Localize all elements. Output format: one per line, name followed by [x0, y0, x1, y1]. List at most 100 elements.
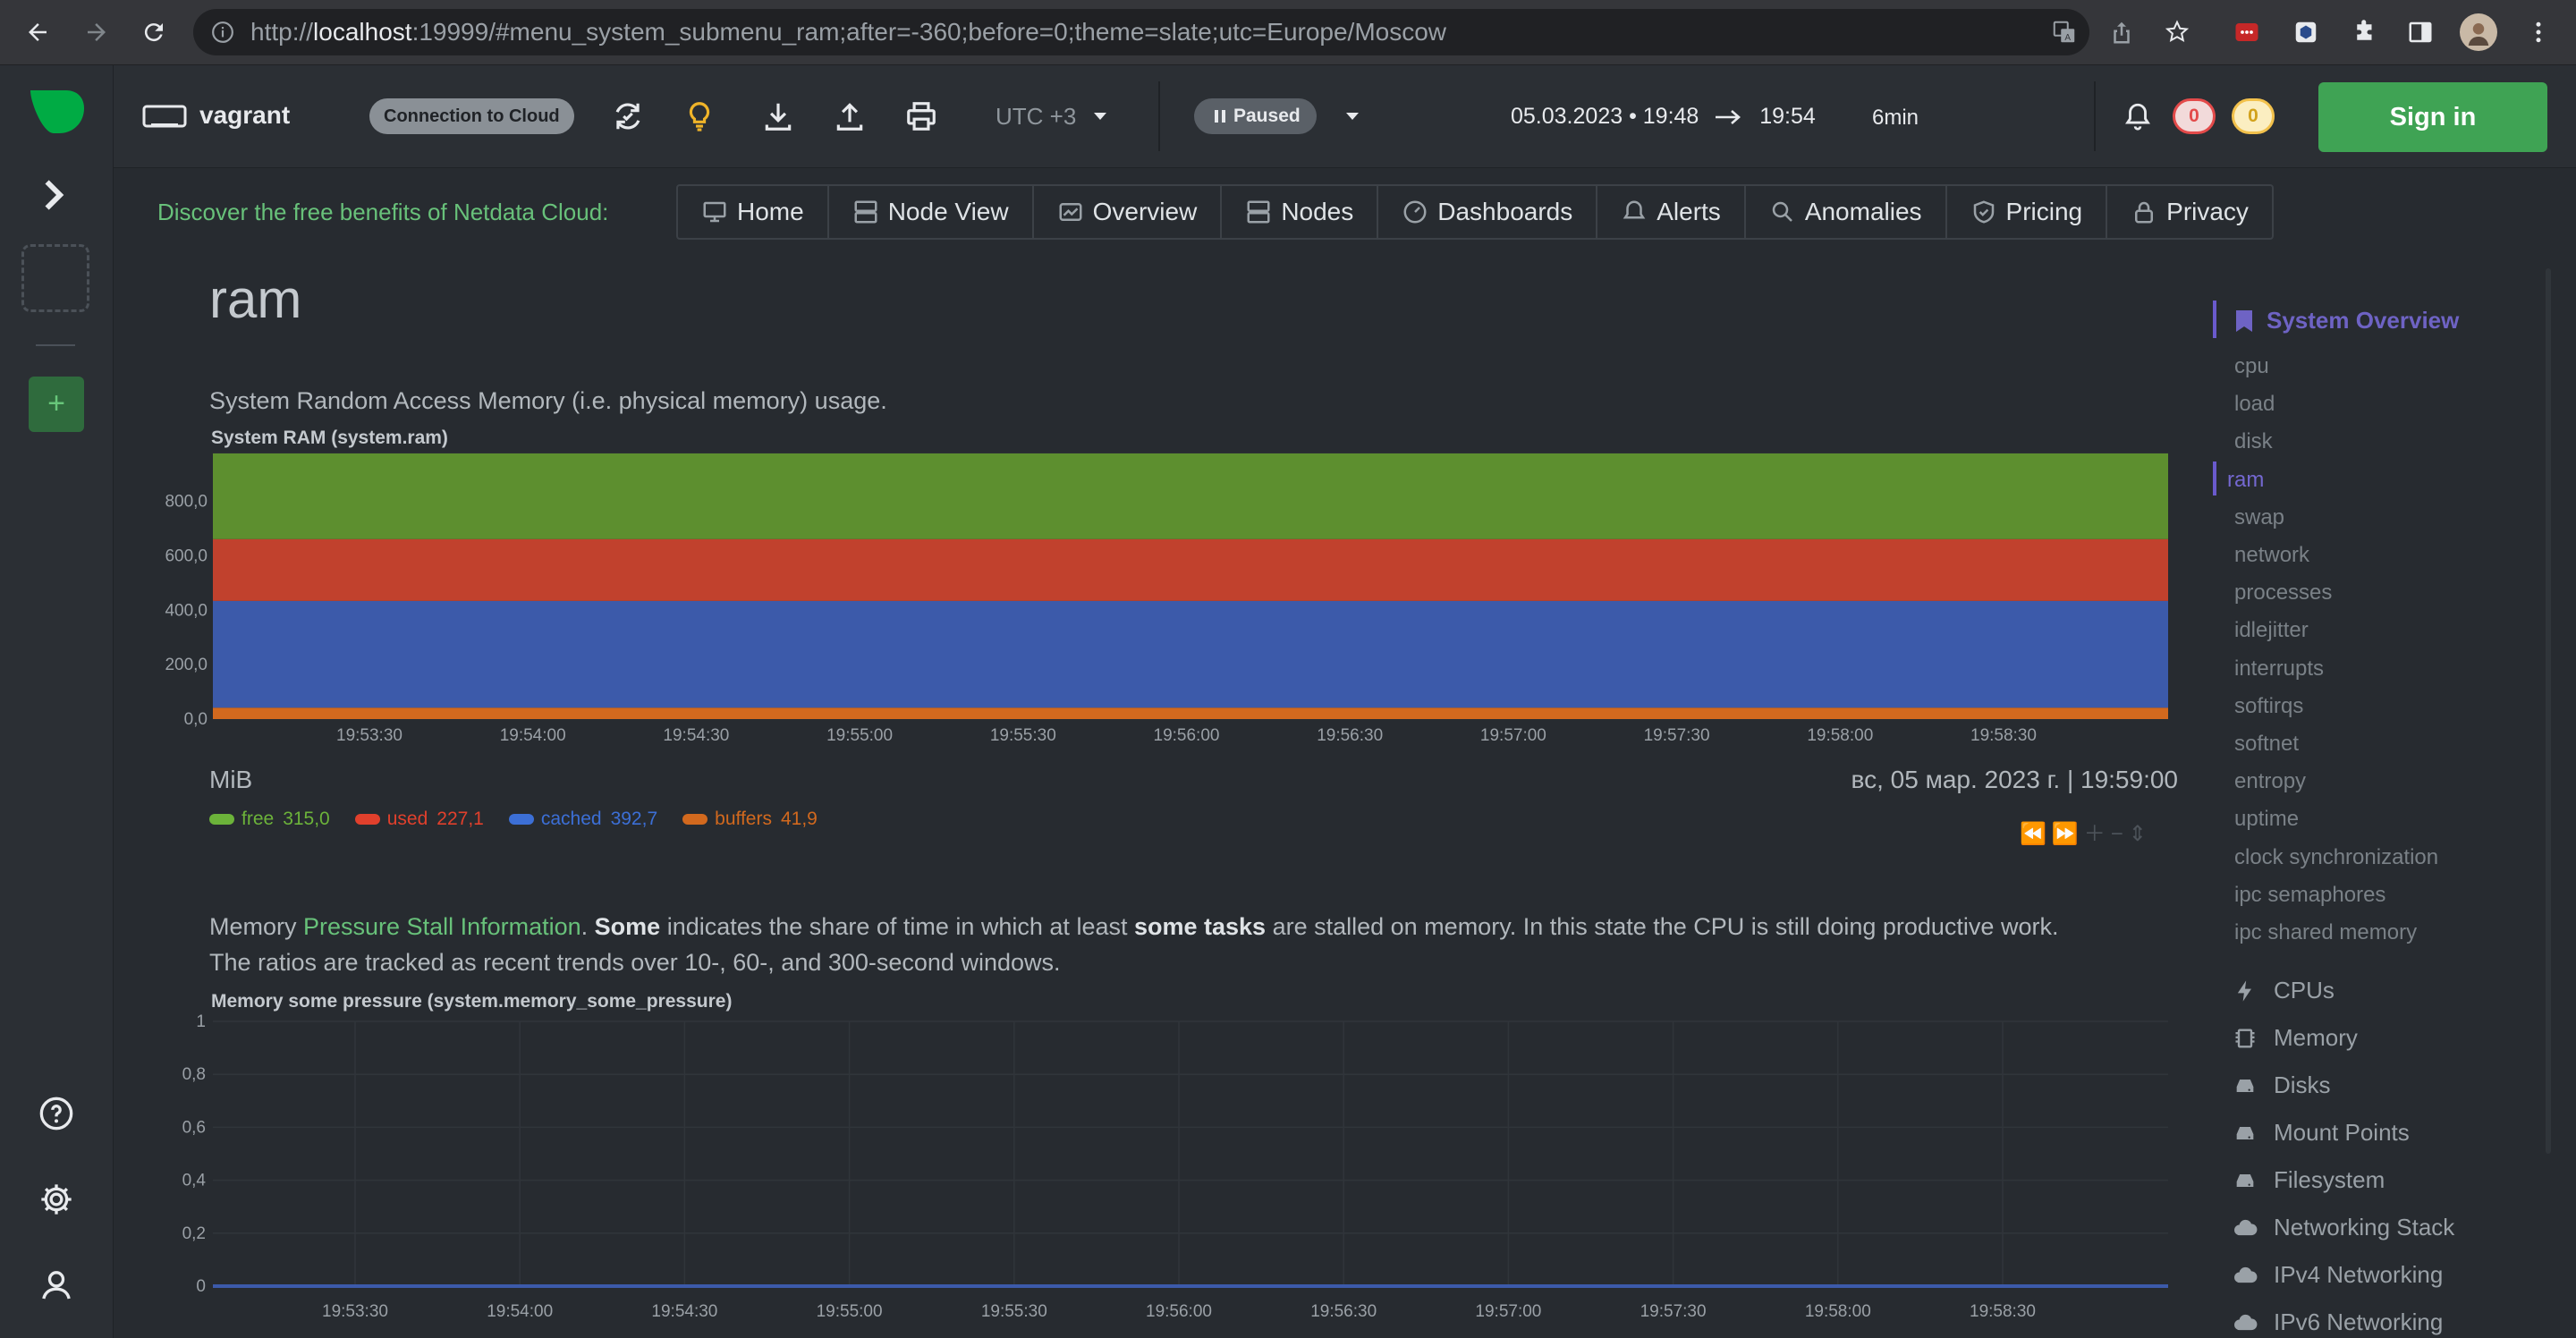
expand-sidebar-icon[interactable] — [34, 173, 79, 217]
share-icon[interactable] — [2106, 16, 2138, 48]
legend-item-cached[interactable]: cached 392,7 — [508, 809, 658, 830]
forward-icon[interactable] — [77, 13, 116, 52]
reload-icon[interactable] — [134, 13, 174, 52]
left-rail: + — [0, 65, 114, 1338]
legend-item-used[interactable]: used 227,1 — [354, 809, 484, 830]
tab-home[interactable]: Home — [678, 186, 829, 238]
submenu-item-ipc-shared-memory[interactable]: ipc shared memory — [2234, 920, 2417, 945]
legend-value: 392,7 — [610, 809, 658, 829]
translate-icon[interactable]: A — [2048, 16, 2080, 48]
submenu-active-indicator — [2213, 462, 2216, 495]
side-panel-icon[interactable] — [2404, 16, 2436, 48]
address-bar[interactable]: http://localhost:19999/#menu_system_subm… — [193, 9, 2089, 55]
menu-section-label: Filesystem — [2274, 1166, 2385, 1193]
memory-pressure-chart[interactable]: 0 0,2 0,4 0,6 0,8 1 19:53:30 19:54:00 19:54:30 1… — [143, 1002, 2200, 1338]
tab-label: Overview — [1092, 198, 1198, 225]
submenu-item-cpu[interactable]: cpu — [2234, 354, 2269, 379]
menu-section-mount-points[interactable]: Mount Points — [2233, 1119, 2410, 1147]
x-tick-label: 19:57:30 — [1644, 726, 1710, 745]
tab-label: Nodes — [1281, 198, 1354, 225]
legend-item-free[interactable]: free 315,0 — [209, 809, 330, 830]
cloud-icon — [2233, 1263, 2258, 1288]
submenu-item-interrupts[interactable]: interrupts — [2234, 656, 2324, 682]
node-name[interactable]: vagrant — [199, 101, 290, 130]
chart-toolbox[interactable]: ⏪⏩＋−⇕ — [2020, 816, 2152, 847]
connection-to-cloud-badge[interactable]: Connection to Cloud — [369, 98, 574, 134]
tab-node-view[interactable]: Node View — [829, 186, 1034, 238]
overview-icon — [1059, 203, 1082, 221]
menu-scrollbar[interactable] — [2546, 268, 2551, 1154]
critical-alerts-badge[interactable]: 0 — [2173, 98, 2216, 134]
tab-overview[interactable]: Overview — [1034, 186, 1223, 238]
help-icon[interactable] — [38, 1096, 74, 1131]
tab-alerts[interactable]: Alerts — [1597, 186, 1746, 238]
cloud-promo-label: Discover the free benefits of Netdata Cl… — [157, 199, 609, 225]
sync-icon[interactable] — [611, 99, 645, 138]
submenu-item-load[interactable]: load — [2234, 392, 2275, 417]
tab-label: Dashboards — [1437, 198, 1573, 225]
user-icon[interactable] — [38, 1267, 74, 1303]
warning-alerts-badge[interactable]: 0 — [2232, 98, 2275, 134]
lightbulb-icon[interactable] — [682, 99, 716, 138]
rail-divider — [36, 344, 75, 346]
server-icon — [854, 200, 877, 224]
space-placeholder[interactable] — [21, 244, 89, 312]
submenu-item-clock-synchronization[interactable]: clock synchronization — [2234, 845, 2438, 870]
submenu-item-ram[interactable]: ram — [2227, 468, 2264, 493]
add-space-button[interactable]: + — [29, 377, 84, 432]
page-title: ram — [209, 269, 302, 329]
extension-red-icon[interactable] — [2231, 16, 2263, 48]
legend-item-buffers[interactable]: buffers 41,9 — [682, 809, 818, 830]
submenu-item-uptime[interactable]: uptime — [2234, 807, 2299, 832]
y-tick-label: 200,0 — [165, 656, 208, 674]
submenu-item-network[interactable]: network — [2234, 543, 2309, 568]
anomalies-icon — [1772, 201, 1792, 222]
submenu-item-disk[interactable]: disk — [2234, 429, 2273, 454]
timezone-selector[interactable]: UTC +3 — [996, 103, 1076, 131]
menu-section-networking-stack[interactable]: Networking Stack — [2233, 1214, 2454, 1241]
submenu-item-ipc-semaphores[interactable]: ipc semaphores — [2234, 883, 2385, 908]
site-info-icon[interactable] — [211, 21, 234, 44]
menu-section-ipv6-networking[interactable]: IPv6 Networking — [2233, 1308, 2443, 1336]
bell-icon — [1623, 200, 1646, 219]
tab-privacy[interactable]: Privacy — [2107, 186, 2272, 238]
timezone-chevron-down-icon[interactable] — [1092, 110, 1108, 123]
upload-icon[interactable] — [833, 99, 867, 138]
menu-section-memory[interactable]: Memory — [2233, 1024, 2358, 1052]
download-icon[interactable] — [761, 99, 795, 138]
date-range-picker[interactable]: 05.03.2023 • 19:48 19:54 — [1511, 104, 1816, 130]
tab-dashboards[interactable]: Dashboards — [1378, 186, 1598, 238]
netdata-logo-icon[interactable] — [27, 87, 86, 137]
psi-link[interactable]: Pressure Stall Information — [303, 913, 581, 940]
playback-chevron-down-icon[interactable] — [1344, 110, 1360, 123]
submenu-item-swap[interactable]: swap — [2234, 505, 2284, 530]
tab-pricing[interactable]: Pricing — [1947, 186, 2108, 238]
submenu-item-processes[interactable]: processes — [2234, 580, 2332, 605]
extensions-puzzle-icon[interactable] — [2349, 16, 2381, 48]
back-icon[interactable] — [18, 13, 57, 52]
date-from: 05.03.2023 • 19:48 — [1511, 104, 1699, 129]
bookmark-star-icon[interactable] — [2161, 16, 2193, 48]
submenu-item-entropy[interactable]: entropy — [2234, 769, 2306, 794]
submenu-item-softirqs[interactable]: softirqs — [2234, 694, 2303, 719]
menu-section-disks[interactable]: Disks — [2233, 1071, 2331, 1099]
menu-section-cpus[interactable]: CPUs — [2233, 977, 2334, 1004]
menu-section-filesystem[interactable]: Filesystem — [2233, 1166, 2385, 1194]
menu-system-overview[interactable]: System Overview — [2234, 307, 2459, 334]
tab-anomalies[interactable]: Anomalies — [1746, 186, 1947, 238]
y-tick-label: 0 — [196, 1277, 206, 1296]
profile-avatar[interactable] — [2460, 13, 2497, 51]
settings-gear-icon[interactable] — [38, 1181, 74, 1217]
submenu-item-softnet[interactable]: softnet — [2234, 732, 2299, 757]
submenu-item-idlejitter[interactable]: idlejitter — [2234, 618, 2309, 643]
browser-menu-icon[interactable] — [2522, 16, 2555, 48]
arrow-right-icon — [1716, 110, 1741, 125]
print-icon[interactable] — [904, 99, 938, 138]
menu-section-ipv4-networking[interactable]: IPv4 Networking — [2233, 1261, 2443, 1289]
x-tick-label: 19:54:00 — [487, 1302, 553, 1321]
notifications-bell-icon[interactable] — [2123, 101, 2153, 131]
tab-nodes[interactable]: Nodes — [1222, 186, 1379, 238]
extension-cube-icon[interactable] — [2290, 16, 2322, 48]
ram-chart[interactable]: 0,0 200,0 400,0 600,0 800,0 19:53:30 19:54:00… — [143, 438, 2200, 760]
sign-in-button[interactable]: Sign in — [2318, 82, 2547, 152]
